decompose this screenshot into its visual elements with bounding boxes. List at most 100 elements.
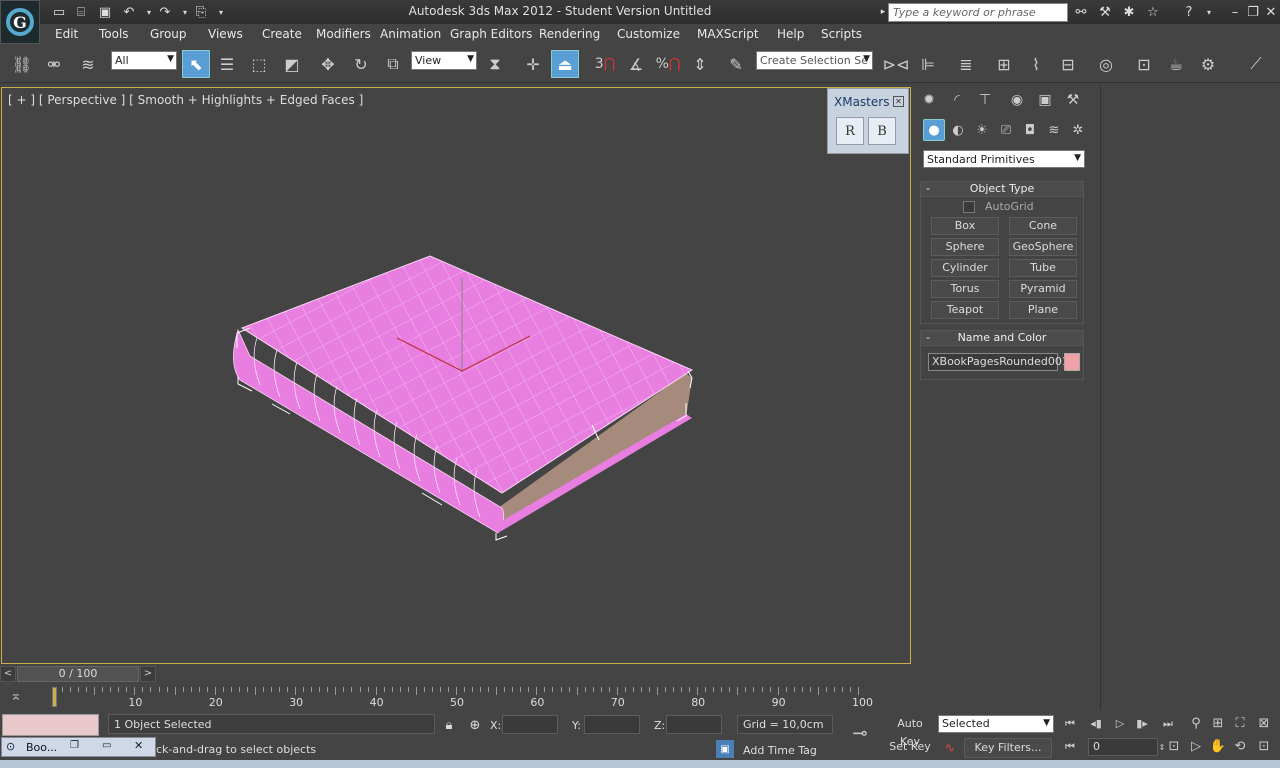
layer-manager-icon[interactable]: ≣ bbox=[952, 50, 980, 78]
next-frame-arrow[interactable]: > bbox=[140, 666, 156, 682]
zoom-icon[interactable]: ⚲ bbox=[1186, 714, 1206, 734]
link-icon[interactable]: ⛓ bbox=[8, 50, 36, 78]
utilities-tab-icon[interactable]: ⚒ bbox=[1062, 89, 1084, 111]
material-editor-icon[interactable]: ◎ bbox=[1092, 50, 1120, 78]
default-tangent-icon[interactable]: ∿ bbox=[941, 739, 959, 757]
move-icon[interactable]: ✥ bbox=[314, 50, 342, 78]
key-mode-toggle-icon[interactable]: ⏮ bbox=[1060, 737, 1080, 757]
auto-key-button[interactable]: Auto Key bbox=[886, 715, 934, 748]
cameras-icon[interactable]: ⎚ bbox=[995, 119, 1017, 141]
application-menu-button[interactable]: G bbox=[0, 0, 40, 44]
previous-frame-arrow[interactable]: < bbox=[0, 666, 16, 682]
select-object-icon[interactable]: ⬉ bbox=[182, 50, 210, 78]
pyramid-button[interactable]: Pyramid bbox=[1009, 280, 1077, 298]
current-frame-field[interactable]: 0 bbox=[1088, 738, 1158, 756]
cone-button[interactable]: Cone bbox=[1009, 217, 1077, 235]
y-coordinate-field[interactable] bbox=[584, 715, 640, 734]
window-crossing-icon[interactable]: ◩ bbox=[278, 50, 306, 78]
sphere-button[interactable]: Sphere bbox=[931, 238, 999, 256]
geosphere-button[interactable]: GeoSphere bbox=[1009, 238, 1077, 256]
systems-icon[interactable]: ✲ bbox=[1067, 119, 1089, 141]
selection-lock-icon[interactable]: 🔒︎ bbox=[440, 716, 458, 734]
bind-space-warp-icon[interactable]: ≋ bbox=[74, 50, 102, 78]
maximize-viewport-icon[interactable]: ⊡ bbox=[1254, 737, 1274, 757]
box-button[interactable]: Box bbox=[931, 217, 999, 235]
new-file-icon[interactable]: ▭ bbox=[50, 3, 68, 21]
restore-icon[interactable]: ❐ bbox=[70, 740, 79, 751]
xmasters-button-2[interactable]: B bbox=[868, 117, 896, 145]
menu-animation[interactable]: Animation bbox=[380, 27, 441, 41]
menu-views[interactable]: Views bbox=[208, 27, 243, 41]
tube-button[interactable]: Tube bbox=[1009, 259, 1077, 277]
schematic-view-icon[interactable]: ⊟ bbox=[1054, 50, 1082, 78]
angle-snap-icon[interactable]: ∡ bbox=[622, 50, 650, 78]
menu-modifiers[interactable]: Modifiers bbox=[316, 27, 371, 41]
minimized-window[interactable]: ⊙ Boo... ❐ ▭ ✕ bbox=[1, 737, 156, 757]
pan-icon[interactable]: ✋ bbox=[1208, 737, 1228, 757]
previous-frame-icon[interactable]: ◂▮ bbox=[1086, 714, 1106, 734]
name-and-color-header[interactable]: - Name and Color bbox=[921, 331, 1083, 346]
space-warps-icon[interactable]: ≋ bbox=[1043, 119, 1065, 141]
close-icon[interactable]: ✕ bbox=[893, 96, 904, 107]
redo-icon[interactable]: ↷ bbox=[156, 3, 174, 21]
zoom-extents-icon[interactable]: ⛶ bbox=[1230, 714, 1250, 734]
perspective-viewport[interactable]: [ + ] [ Perspective ] [ Smooth + Highlig… bbox=[1, 87, 911, 664]
graphite-modeling-icon[interactable]: ⊞ bbox=[990, 50, 1018, 78]
minimize-icon[interactable]: – bbox=[1226, 3, 1244, 21]
keyboard-shortcut-override-icon[interactable]: ⏏ bbox=[551, 50, 579, 78]
communication-icon[interactable]: ✱ bbox=[1120, 3, 1138, 21]
key-filters-button[interactable]: Key Filters... bbox=[964, 738, 1052, 758]
open-file-icon[interactable]: ⌸ bbox=[72, 3, 90, 21]
go-to-end-icon[interactable]: ⏭ bbox=[1158, 714, 1178, 734]
menu-create[interactable]: Create bbox=[262, 27, 302, 41]
next-frame-icon[interactable]: ▮▸ bbox=[1132, 714, 1152, 734]
zoom-extents-all-icon[interactable]: ⊠ bbox=[1254, 714, 1274, 734]
subscription-icon[interactable]: ⚒ bbox=[1096, 3, 1114, 21]
geometry-icon[interactable]: ● bbox=[923, 119, 945, 141]
display-tab-icon[interactable]: ▣ bbox=[1034, 89, 1056, 111]
unlink-icon[interactable]: ⚮ bbox=[40, 50, 68, 78]
menu-edit[interactable]: Edit bbox=[55, 27, 78, 41]
teapot-button[interactable]: Teapot bbox=[931, 301, 999, 319]
search-input[interactable]: Type a keyword or phrase bbox=[888, 3, 1068, 22]
book-model[interactable] bbox=[2, 88, 910, 663]
align-icon[interactable]: ⊫ bbox=[914, 50, 942, 78]
plane-button[interactable]: Plane bbox=[1009, 301, 1077, 319]
curve-editor-icon[interactable]: ⌇ bbox=[1022, 50, 1050, 78]
close-icon[interactable]: ✕ bbox=[134, 739, 143, 752]
object-color-swatch[interactable] bbox=[1064, 353, 1080, 371]
undo-icon[interactable]: ↶ bbox=[120, 3, 138, 21]
maximize-icon[interactable]: ▭ bbox=[102, 740, 111, 751]
quick-access-dropdown-icon[interactable]: ▾ bbox=[212, 3, 230, 21]
helpers-icon[interactable]: ◘ bbox=[1019, 119, 1041, 141]
render-setup-icon[interactable]: ⊡ bbox=[1130, 50, 1158, 78]
zoom-all-icon[interactable]: ⊞ bbox=[1208, 714, 1228, 734]
selection-filter-dropdown[interactable]: All ▼ bbox=[111, 51, 177, 70]
menu-graph-editors[interactable]: Graph Editors bbox=[450, 27, 532, 41]
key-mode-icon[interactable]: ⊸ bbox=[842, 723, 878, 747]
motion-tab-icon[interactable]: ◉ bbox=[1006, 89, 1028, 111]
select-manipulate-icon[interactable]: ✛ bbox=[519, 50, 547, 78]
time-slider-thumb[interactable]: 0 / 100 bbox=[17, 666, 139, 682]
binoculars-icon[interactable]: ⚯ bbox=[1072, 3, 1090, 21]
pivot-center-icon[interactable]: ⧗ bbox=[481, 50, 509, 78]
orbit-icon[interactable]: ⟲ bbox=[1230, 737, 1250, 757]
select-by-name-icon[interactable]: ☰ bbox=[213, 50, 241, 78]
scale-icon[interactable]: ⧉ bbox=[379, 50, 407, 78]
close-icon[interactable]: ✕ bbox=[1262, 3, 1280, 21]
snaps-toggle-icon[interactable]: 3 ⋂ bbox=[591, 50, 619, 78]
render-production-icon[interactable]: ⚙ bbox=[1194, 50, 1222, 78]
current-frame-marker[interactable] bbox=[52, 687, 57, 707]
help-dropdown-icon[interactable]: ▾ bbox=[1200, 3, 1218, 21]
key-mode-dropdown[interactable]: Selected ▼ bbox=[938, 715, 1054, 733]
cylinder-button[interactable]: Cylinder bbox=[931, 259, 999, 277]
menu-rendering[interactable]: Rendering bbox=[539, 27, 600, 41]
menu-help[interactable]: Help bbox=[777, 27, 804, 41]
xmasters-button-1[interactable]: R bbox=[836, 117, 864, 145]
autogrid-checkbox[interactable] bbox=[963, 201, 975, 213]
edit-named-selection-icon[interactable]: ✎ bbox=[722, 50, 750, 78]
spinner-snap-icon[interactable]: ⇕ bbox=[686, 50, 714, 78]
graphite-toggle-icon[interactable]: ⟋ bbox=[1242, 50, 1270, 78]
time-tag-icon[interactable]: ▣ bbox=[716, 740, 734, 758]
add-time-tag-button[interactable]: Add Time Tag bbox=[738, 741, 836, 760]
